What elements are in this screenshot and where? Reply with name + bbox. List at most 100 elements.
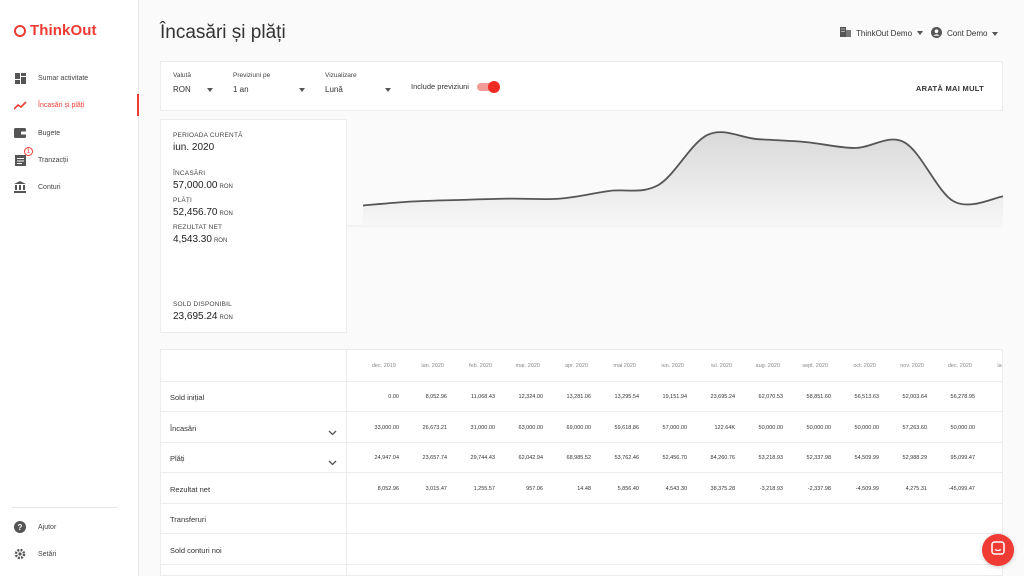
table-cell: 5,856.40 (617, 485, 639, 492)
payments-amount: 52,456.70 RON (173, 207, 334, 218)
chevron-down-icon[interactable] (328, 453, 337, 471)
table-cell: -3,218.93 (759, 485, 783, 492)
chevron-down-icon[interactable] (328, 423, 337, 441)
row-label: Încasări (170, 423, 197, 433)
table-cell: 63,000.00 (518, 424, 543, 431)
sidebar-item-ajutor[interactable]: ? Ajutor (0, 516, 139, 538)
trend-icon (13, 98, 27, 112)
table-cell: ( (968, 425, 1002, 431)
view-select[interactable]: Vizualizare Lună (325, 72, 391, 97)
table-cell: 52,337.98 (806, 455, 831, 461)
chart-data-point[interactable] (948, 195, 960, 207)
income-amount: 57,000.00 RON (173, 180, 334, 191)
sidebar-item-bugete[interactable]: Bugete (0, 122, 139, 144)
table-cell: 23,657.74 (422, 455, 447, 461)
month-header: apr. 2020 (565, 363, 588, 369)
table-cell: 62,042.94 (518, 455, 543, 461)
chart-data-point[interactable] (505, 193, 517, 205)
net-result-value: 4,543.30 (173, 234, 212, 245)
view-value: Lună (325, 85, 343, 94)
currency-unit: RON (219, 211, 233, 217)
account-menu[interactable]: Cont Demo (931, 27, 999, 40)
available-balance-label: SOLD DISPONIBIL (173, 301, 232, 308)
table-cell: 8,052.96 (425, 394, 447, 400)
table-cell: 38,375.28 (710, 485, 735, 492)
table-cell: 58,851.60 (806, 394, 831, 400)
chart-data-point[interactable] (652, 179, 664, 191)
chart-data-point[interactable] (455, 194, 467, 206)
chart-data-point[interactable] (849, 142, 861, 154)
table-cell: 52,003.64 (902, 394, 927, 400)
month-header: nov. 2020 (900, 363, 924, 369)
table-cell: 13,281.06 (566, 394, 591, 400)
table-cell: 52,456.70 (662, 455, 687, 461)
net-result-amount: 4,543.30 RON (173, 234, 334, 245)
sidebar-item-conturi[interactable]: Conturi (0, 176, 139, 198)
chat-button[interactable] (982, 534, 1014, 566)
sidebar-item-tranzactii[interactable]: 1 Tranzacții (0, 147, 139, 171)
table-cell: 8,052.96 (377, 485, 399, 492)
company-selector[interactable]: ThinkOut Demo (840, 27, 924, 39)
forecast-value: 1 an (233, 85, 249, 94)
table-cell: ( (968, 486, 1002, 492)
sidebar-item-incasari-si-plati[interactable]: Încasări și plăți (0, 94, 139, 116)
table-cell: 1,255.57 (473, 485, 495, 492)
forecast-select[interactable]: Previziuni pe 1 an (233, 72, 305, 97)
table-row[interactable]: Plăți 24,947.04 23,657.74 29,744.43 62,042.9… (161, 443, 1002, 473)
sidebar-item-label: Sumar activitate (38, 74, 89, 82)
sidebar-item-sumar-activitate[interactable]: Sumar activitate (0, 67, 139, 89)
payments-value: 52,456.70 (173, 207, 218, 218)
currency-select[interactable]: Valută RON (173, 72, 213, 97)
chart-data-point[interactable] (603, 185, 615, 197)
chart-data-point[interactable] (406, 196, 418, 208)
month-header: mai 2020 (613, 363, 636, 369)
company-name: ThinkOut Demo (856, 28, 913, 38)
summary-card: PERIOADA CURENTĂ iun. 2020 ÎNCASĂRI 57,0… (160, 119, 347, 333)
wallet-icon (13, 126, 27, 140)
table-cell: 53,762.46 (614, 455, 639, 461)
currency-unit: RON (219, 184, 233, 190)
logo[interactable]: ThinkOut (14, 22, 97, 39)
chart-data-point[interactable] (702, 129, 714, 141)
table-cell: 57,263.60 (902, 424, 927, 431)
table-cell: 52,988.29 (902, 455, 927, 461)
table-cell: 50,000.00 (950, 424, 975, 431)
sidebar-item-label: Setări (38, 550, 57, 558)
sidebar-item-setari[interactable]: Setări (0, 543, 139, 565)
table-cell: 54,509.99 (854, 455, 879, 461)
table-header-row: dec. 2019 ian. 2020 feb. 2020 mar. 2020 apr.… (161, 350, 1002, 382)
month-header: aug. 2020 (755, 363, 780, 369)
sidebar-item-label: Încasări și plăți (38, 101, 85, 109)
chart-data-point[interactable] (899, 136, 911, 148)
month-header: mar. 2020 (515, 363, 540, 369)
svg-text:?: ? (18, 523, 23, 532)
chart-data-point[interactable] (554, 193, 566, 205)
balance-chart-svg (347, 129, 1004, 227)
sidebar-item-label: Conturi (38, 183, 61, 191)
chart-data-point[interactable] (357, 199, 369, 211)
logo-icon (14, 24, 26, 37)
table-cell: 14.48 (577, 485, 591, 492)
show-more-button[interactable]: ARATĂ MAI MULT (916, 84, 984, 93)
month-header: ian. 2020 (421, 363, 444, 369)
chart-data-point[interactable] (751, 133, 763, 145)
row-label: Sold conturi noi (170, 545, 222, 555)
table-cell: -45,099.47 (948, 485, 975, 492)
row-label: Rezultat net (170, 484, 211, 494)
balance-chart (347, 119, 1004, 349)
table-cell: -2,337.98 (807, 485, 831, 492)
table-row: Sold final (161, 565, 1002, 575)
logo-text: ThinkOut (30, 22, 97, 39)
chevron-down-icon (385, 87, 391, 92)
table-row[interactable]: Încasări 33,000.00 26,673.21 31,000.00 63,00… (161, 413, 1002, 443)
income-label: ÎNCASĂRI (173, 170, 206, 177)
payments-label: PLĂȚI (173, 197, 193, 204)
month-header: ian. 2021 (997, 363, 1002, 369)
net-result-label: REZULTAT NET (173, 224, 223, 231)
include-forecast-toggle[interactable] (476, 80, 500, 93)
currency-label: Valută (173, 72, 191, 79)
table-cell: 13,295.54 (614, 394, 639, 400)
table-cell: 53,218.93 (758, 455, 783, 461)
chart-data-point[interactable] (800, 136, 812, 148)
month-header: iul. 2020 (711, 363, 732, 369)
